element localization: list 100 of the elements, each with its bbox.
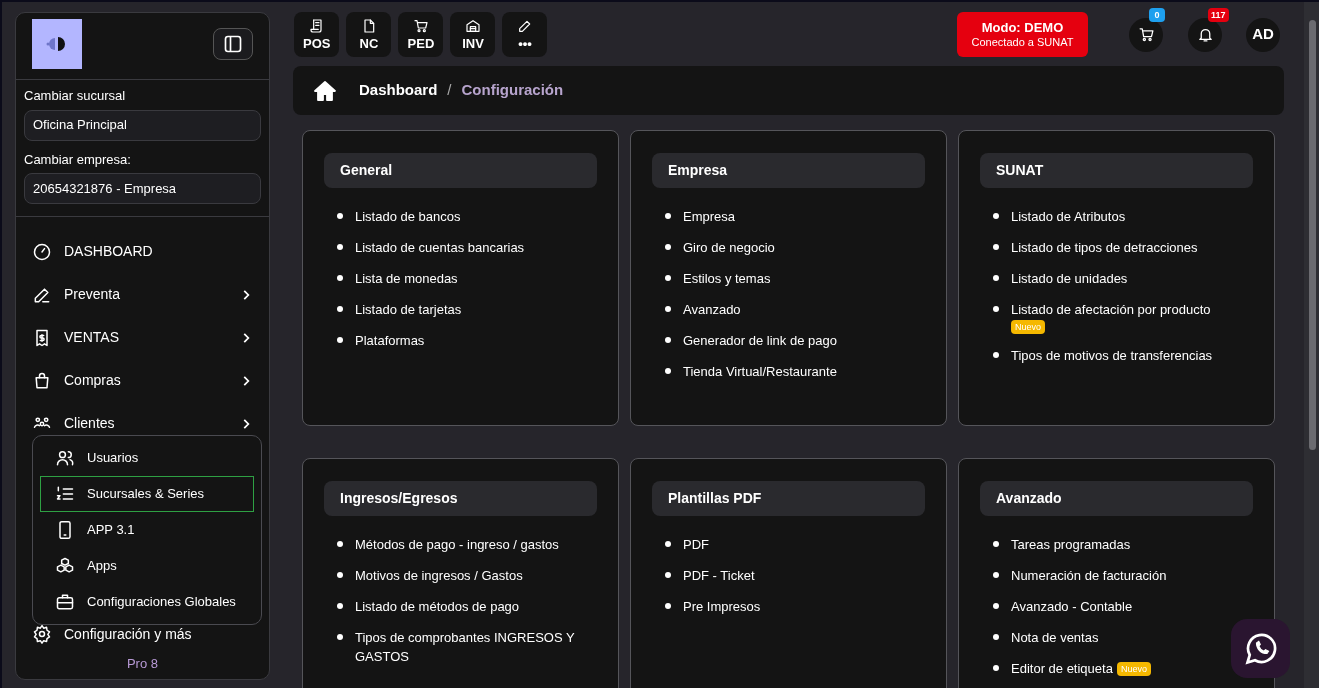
settings-link[interactable]: Listado de afectación por producto <box>1011 300 1211 319</box>
menu-label: Apps <box>87 557 117 576</box>
notification-button[interactable] <box>1188 17 1222 52</box>
submenu-item[interactable]: Sucursales & Series <box>40 476 254 512</box>
toolbar-button[interactable]: PED <box>398 12 444 57</box>
bullet-icon <box>337 541 343 547</box>
card-title: SUNAT <box>980 153 1253 188</box>
settings-link[interactable]: PDF <box>683 535 709 554</box>
bullet-icon <box>665 275 671 281</box>
logo <box>32 19 82 69</box>
settings-link[interactable]: Listado de cuentas bancarias <box>355 238 525 257</box>
menu-label: Sucursales & Series <box>87 485 205 504</box>
settings-link[interactable]: Motivos de ingresos / Gastos <box>355 566 523 585</box>
submenu-item[interactable]: Configuraciones Globales <box>40 584 254 620</box>
menu-item[interactable]: Compras <box>32 359 253 402</box>
breadcrumb-separator: / <box>447 80 452 101</box>
submenu-item[interactable]: APP 3.1 <box>40 512 254 548</box>
sidebar-toggle-button[interactable] <box>213 28 253 60</box>
whatsapp-button[interactable] <box>1231 619 1290 678</box>
cart-button[interactable] <box>1129 17 1163 52</box>
bullet-icon <box>993 665 999 671</box>
breadcrumb-link[interactable]: Dashboard <box>359 79 438 102</box>
sidebar-icon <box>223 34 243 54</box>
toolbar-label: NC <box>359 35 379 52</box>
settings-link[interactable]: Listado de Atributos <box>1011 207 1126 226</box>
settings-link[interactable]: Pre Impresos <box>683 597 761 616</box>
settings-link[interactable]: Listado de tarjetas <box>355 300 462 319</box>
toolbar-button[interactable]: INV <box>450 12 496 57</box>
bullet-icon <box>993 244 999 250</box>
settings-link[interactable]: Plataformas <box>355 331 425 350</box>
gauge-icon <box>32 241 52 262</box>
settings-link[interactable]: Métodos de pago - ingreso / gastos <box>355 535 559 554</box>
settings-link[interactable]: PDF - Ticket <box>683 566 755 585</box>
toolbar-label: ••• <box>518 35 532 52</box>
scrollbar[interactable] <box>1304 2 1319 688</box>
settings-link[interactable]: Tipos de comprobantes INGRESOS Y GASTOS <box>355 628 597 666</box>
menu-label: Preventa <box>64 285 122 304</box>
menu-item[interactable]: DASHBOARD <box>32 230 253 273</box>
settings-link[interactable]: Listado de bancos <box>355 207 461 226</box>
settings-link[interactable]: Listado de tipos de detracciones <box>1011 238 1198 257</box>
bell-icon <box>1196 26 1214 43</box>
settings-link[interactable]: Estilos y temas <box>683 269 771 288</box>
toolbar-label: PED <box>407 35 435 52</box>
toolbar-label: INV <box>462 35 484 52</box>
menu-label: Configuraciones Globales <box>87 593 236 612</box>
toolbar-button[interactable]: NC <box>346 12 392 57</box>
menu-item[interactable]: Configuración y más <box>16 619 269 649</box>
settings-link[interactable]: Empresa <box>683 207 736 226</box>
bullet-icon <box>337 275 343 281</box>
field-label: Cambiar empresa: <box>24 150 132 169</box>
bullet-icon <box>993 634 999 640</box>
card-title: Empresa <box>652 153 925 188</box>
new-badge: Nuevo <box>1011 320 1045 334</box>
bullet-icon <box>665 213 671 219</box>
settings-link[interactable]: Editor de etiqueta <box>1011 659 1113 678</box>
store-icon <box>464 17 481 34</box>
settings-link[interactable]: Lista de monedas <box>355 269 458 288</box>
settings-link[interactable]: Nota de ventas <box>1011 628 1099 647</box>
scroll-icon <box>308 17 325 34</box>
settings-link[interactable]: Listado de unidades <box>1011 269 1128 288</box>
bullet-icon <box>665 541 671 547</box>
settings-link[interactable]: Generador de link de pago <box>683 331 837 350</box>
home-icon <box>313 78 337 103</box>
toolbar-button[interactable]: ••• <box>502 12 548 57</box>
settings-link[interactable]: Avanzado - Contable <box>1011 597 1133 616</box>
mode-button[interactable]: Modo: DEMO Conectado a SUNAT <box>957 12 1088 57</box>
bullet-icon <box>993 603 999 609</box>
card-title: General <box>324 153 597 188</box>
count-badge: 0 <box>1149 7 1165 22</box>
menu-label: Configuración y más <box>64 624 192 644</box>
bullet-icon <box>337 213 343 219</box>
settings-link[interactable]: Giro de negocio <box>683 238 775 257</box>
submenu-item[interactable]: Apps <box>40 548 254 584</box>
bullet-icon <box>993 306 999 312</box>
users-icon <box>55 448 75 468</box>
briefcase-icon <box>55 592 75 612</box>
menu-label: Compras <box>64 371 122 390</box>
bullet-icon <box>665 337 671 343</box>
settings-link[interactable]: Tareas programadas <box>1011 535 1131 554</box>
cart-icon <box>1137 26 1155 43</box>
settings-link[interactable]: Tienda Virtual/Restaurante <box>683 362 837 381</box>
bullet-icon <box>337 244 343 250</box>
select-field[interactable]: 20654321876 - Empresa <box>24 173 261 204</box>
select-field[interactable]: Oficina Principal <box>24 109 261 141</box>
avatar[interactable]: AD <box>1246 17 1280 52</box>
bullet-icon <box>665 603 671 609</box>
bullet-icon <box>993 572 999 578</box>
version-label: Pro 8 <box>126 656 159 671</box>
card-title: Avanzado <box>980 481 1253 516</box>
shopping-bag-icon <box>32 370 52 391</box>
settings-link[interactable]: Listado de métodos de pago <box>355 597 520 616</box>
bullet-icon <box>665 306 671 312</box>
settings-link[interactable]: Numeración de facturación <box>1011 566 1167 585</box>
menu-item[interactable]: VENTAS <box>32 316 253 359</box>
toolbar-button[interactable]: POS <box>294 12 340 57</box>
menu-label: Usuarios <box>87 449 139 468</box>
settings-link[interactable]: Avanzado <box>683 300 741 319</box>
menu-item[interactable]: Preventa <box>32 273 253 316</box>
settings-icon <box>32 624 52 644</box>
settings-link[interactable]: Tipos de motivos de transferencias <box>1011 346 1213 365</box>
